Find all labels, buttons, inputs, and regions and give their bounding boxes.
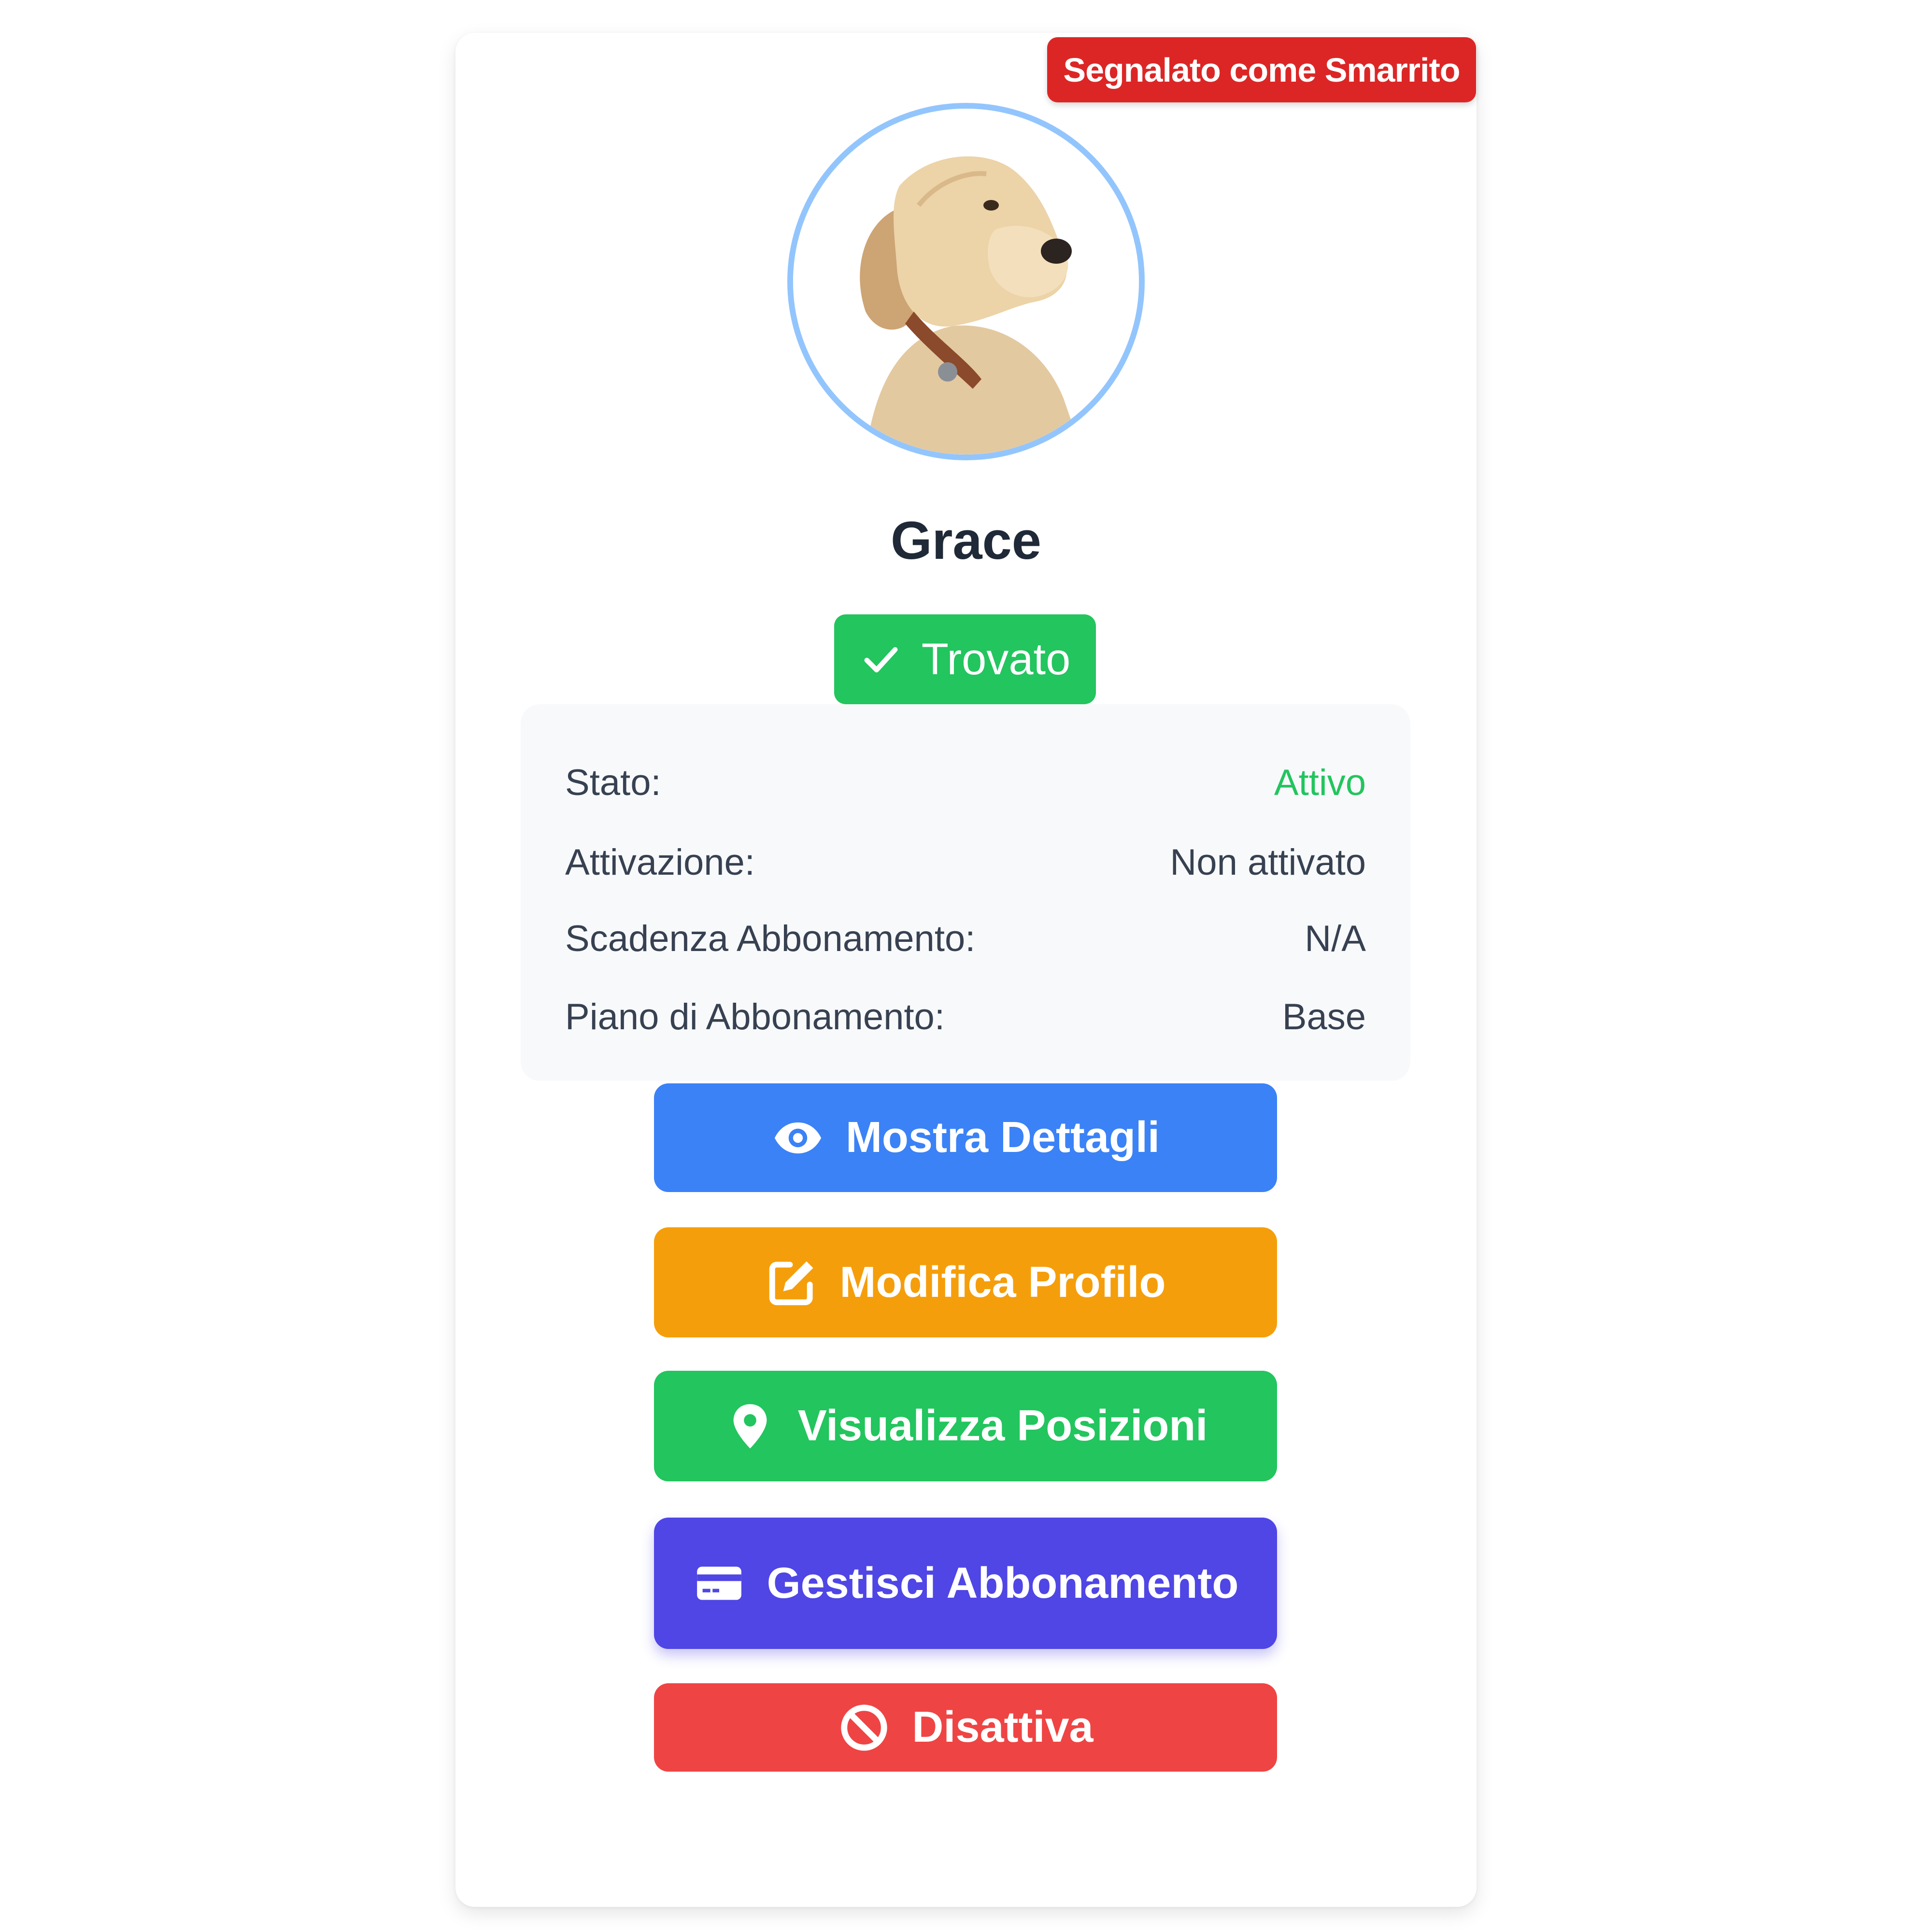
view-positions-button[interactable]: Visualizza Posizioni <box>654 1371 1277 1481</box>
info-label: Attivazione: <box>565 841 755 883</box>
dog-photo <box>793 109 1139 455</box>
deactivate-button[interactable]: Disattiva <box>654 1683 1277 1772</box>
info-value: N/A <box>1305 918 1366 959</box>
manage-subscription-label: Gestisci Abbonamento <box>767 1559 1239 1607</box>
edit-profile-button[interactable]: Modifica Profilo <box>654 1227 1277 1337</box>
view-positions-label: Visualizza Posizioni <box>797 1402 1208 1450</box>
show-details-label: Mostra Dettagli <box>845 1113 1160 1162</box>
info-label: Piano di Abbonamento: <box>565 996 945 1037</box>
found-status-badge: Trovato <box>834 614 1096 704</box>
manage-subscription-button[interactable]: Gestisci Abbonamento <box>654 1518 1277 1649</box>
info-row-scadenza: Scadenza Abbonamento: N/A <box>565 914 1366 963</box>
info-row-attivazione: Attivazione: Non attivato <box>565 838 1366 886</box>
edit-profile-label: Modifica Profilo <box>839 1258 1166 1307</box>
info-label: Stato: <box>565 762 661 803</box>
location-pin-icon <box>733 1404 767 1449</box>
show-details-button[interactable]: Mostra Dettagli <box>654 1083 1277 1192</box>
eye-icon <box>774 1122 822 1153</box>
ban-icon <box>841 1704 888 1751</box>
edit-icon <box>769 1261 813 1306</box>
info-value: Attivo <box>1274 762 1366 803</box>
pet-avatar <box>787 103 1145 460</box>
checkmark-icon <box>864 647 898 673</box>
found-status-label: Trovato <box>921 634 1071 684</box>
info-row-stato: Stato: Attivo <box>565 758 1366 807</box>
lost-status-label: Segnalato come Smarrito <box>1063 51 1460 89</box>
lost-status-badge: Segnalato come Smarrito <box>1047 37 1476 102</box>
credit-card-icon <box>696 1566 741 1600</box>
info-label: Scadenza Abbonamento: <box>565 918 976 959</box>
pet-name: Grace <box>891 511 1041 570</box>
deactivate-label: Disattiva <box>912 1703 1094 1751</box>
info-row-piano: Piano di Abbonamento: Base <box>565 993 1366 1041</box>
info-value: Base <box>1282 996 1366 1037</box>
info-value: Non attivato <box>1170 841 1366 883</box>
info-panel: Stato: Attivo Attivazione: Non attivato … <box>521 704 1410 1081</box>
